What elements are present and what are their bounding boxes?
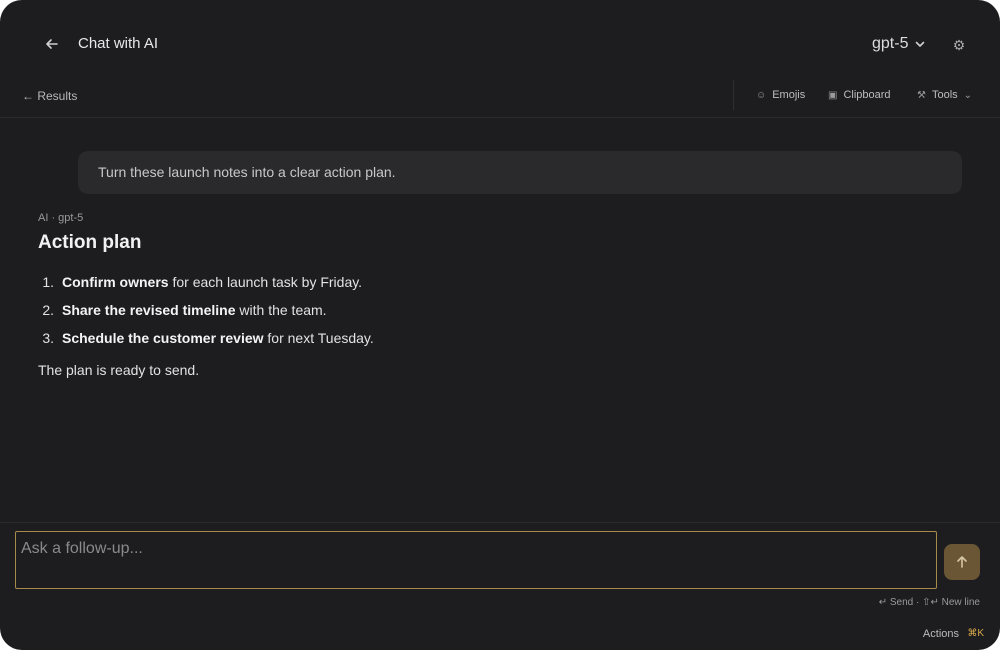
clipboard-label: Clipboard [843, 89, 891, 101]
tools-button[interactable]: ⚒ Tools ⌄ [917, 89, 972, 101]
model-selector[interactable]: gpt-5 [872, 32, 926, 56]
clipboard-icon: ▣ [828, 89, 838, 101]
settings-button[interactable]: ⚙ [950, 36, 968, 54]
ai-heading: Action plan [38, 232, 142, 253]
keyboard-hint: ↵ Send · ⇧↵ New line [878, 597, 980, 608]
ai-meta: AI · gpt-5 [38, 212, 84, 224]
list-item-text: with the team. [235, 302, 327, 318]
list-item-bold: Share the revised timeline [62, 302, 236, 318]
toolbar: ← Results ☺ Emojis ▣ Clipboard ⚒ Tools ⌄ [0, 80, 1000, 118]
list-item: 1. Confirm owners for each launch task b… [38, 268, 738, 296]
list-item: 3. Schedule the customer review for next… [38, 324, 738, 352]
chevron-down-icon: ⌄ [963, 89, 973, 101]
arrow-left-icon [46, 39, 58, 49]
model-label: gpt-5 [872, 35, 909, 52]
results-label: ← Results [22, 89, 78, 103]
input-placeholder: Ask a follow-up... [21, 540, 143, 557]
list-number: 3. [42, 330, 54, 346]
tools-icon: ⚒ [917, 89, 926, 101]
action-list: 1. Confirm owners for each launch task b… [38, 268, 738, 352]
list-item-bold: Schedule the customer review [62, 330, 264, 346]
emojis-button[interactable]: ☺ Emojis [756, 89, 805, 101]
toolbar-divider [733, 80, 734, 110]
clipboard-button[interactable]: ▣ Clipboard [828, 89, 891, 101]
header: Chat with AI gpt-5 ⚙ [0, 0, 1000, 80]
list-number: 2. [42, 302, 54, 318]
list-item: 2. Share the revised timeline with the t… [38, 296, 738, 324]
list-item-text: for next Tuesday. [263, 330, 374, 346]
user-message: Turn these launch notes into a clear act… [78, 151, 962, 194]
list-item-bold: Confirm owners [62, 274, 169, 290]
list-number: 1. [42, 274, 54, 290]
results-link[interactable]: ← Results [22, 89, 77, 103]
gear-icon: ⚙ [952, 36, 966, 53]
back-button[interactable] [40, 32, 64, 56]
app-window: Chat with AI gpt-5 ⚙ ← Results ☺ Emojis … [0, 0, 1000, 650]
chevron-down-icon [916, 41, 925, 47]
list-item-text: for each launch task by Friday. [168, 274, 363, 290]
smiley-icon: ☺ [756, 89, 767, 101]
emojis-label: Emojis [772, 89, 806, 101]
tools-label: Tools [931, 89, 958, 101]
composer-divider [0, 522, 1000, 523]
actions-shortcut: ⌘K [967, 628, 984, 639]
follow-up-input[interactable]: Ask a follow-up... [15, 531, 937, 589]
page-title: Chat with AI [78, 35, 159, 52]
actions-button[interactable]: Actions [923, 628, 959, 640]
arrow-up-icon [957, 556, 967, 568]
ai-closing-text: The plan is ready to send. [38, 362, 200, 378]
send-button[interactable] [944, 544, 980, 580]
